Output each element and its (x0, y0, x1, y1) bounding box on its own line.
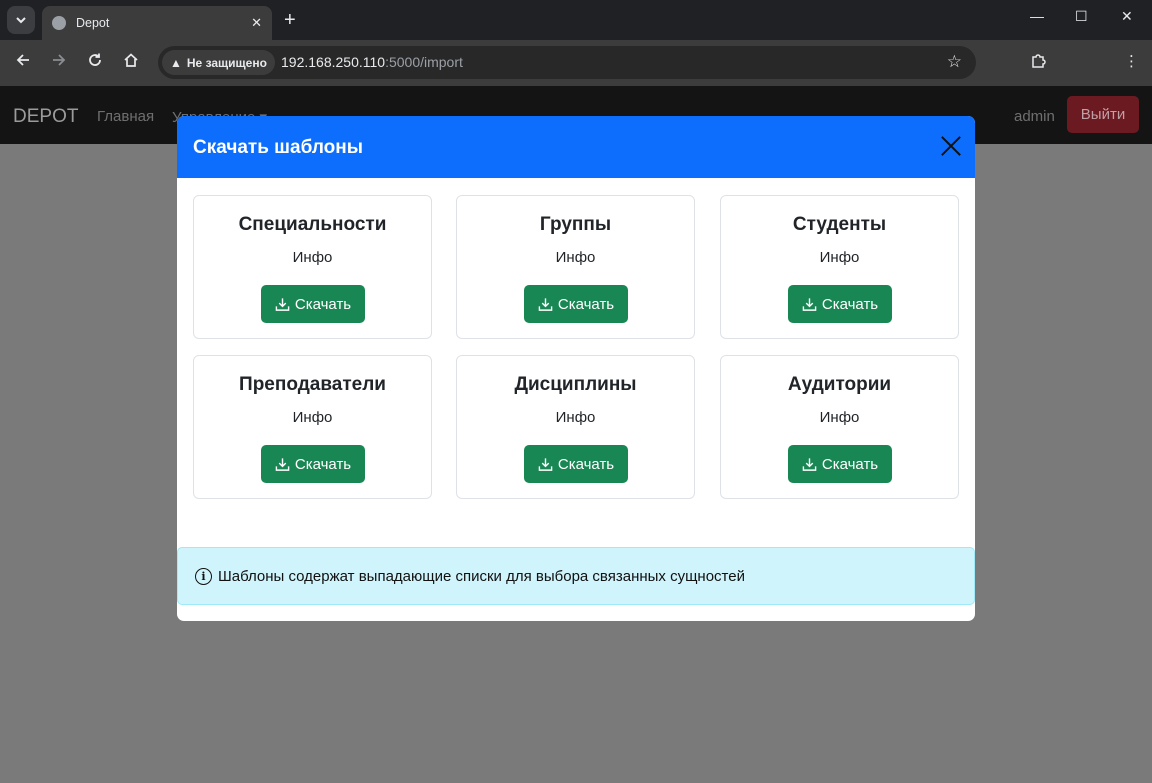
template-card-disciplines: Дисциплины Инфо Скачать (456, 355, 695, 499)
tab-close-icon[interactable]: ✕ (251, 15, 262, 31)
security-label: Не защищено (186, 55, 267, 70)
url-host: 192.168.250.110 (281, 54, 386, 70)
arrow-right-icon (53, 54, 66, 66)
new-tab-button[interactable]: + (284, 8, 296, 32)
close-window-button[interactable]: ✕ (1121, 8, 1133, 25)
nav-link-home[interactable]: Главная (97, 108, 154, 125)
download-icon (802, 457, 817, 471)
browser-toolbar: ▲ Не защищено 192.168.250.110:5000/impor… (0, 40, 1152, 114)
download-button[interactable]: Скачать (788, 445, 892, 483)
card-title: Специальности (238, 214, 387, 235)
card-info: Инфо (555, 249, 596, 266)
template-card-teachers: Преподаватели Инфо Скачать (193, 355, 432, 499)
download-button[interactable]: Скачать (788, 285, 892, 323)
card-title: Группы (539, 214, 612, 235)
chevron-down-icon (16, 17, 26, 24)
browser-tabbar: Depot ✕ + — ☐ ✕ (0, 0, 1152, 40)
tab-title: Depot (76, 16, 110, 30)
download-button[interactable]: Скачать (261, 285, 365, 323)
maximize-button[interactable]: ☐ (1075, 8, 1088, 25)
card-title: Дисциплины (514, 374, 637, 395)
home-icon (124, 53, 138, 67)
logout-button[interactable]: Выйти (1067, 96, 1139, 133)
card-title: Преподаватели (239, 374, 386, 395)
download-label: Скачать (294, 455, 352, 473)
card-info: Инфо (555, 409, 596, 426)
alert-text: Шаблоны содержат выпадающие списки для в… (218, 567, 745, 585)
current-user: admin (1014, 108, 1055, 125)
address-bar[interactable]: ▲ Не защищено 192.168.250.110:5000/impor… (158, 46, 976, 79)
close-icon[interactable] (940, 135, 962, 157)
modal-header: Скачать шаблоны (177, 116, 975, 178)
download-icon (275, 297, 290, 311)
warning-icon: ▲ (170, 55, 182, 70)
card-info: Инфо (292, 249, 333, 266)
download-icon (275, 457, 290, 471)
template-card-classrooms: Аудитории Инфо Скачать (720, 355, 959, 499)
download-label: Скачать (294, 295, 352, 313)
download-label: Скачать (821, 455, 879, 473)
download-label: Скачать (557, 295, 615, 313)
template-card-students: Студенты Инфо Скачать (720, 195, 959, 339)
download-button[interactable]: Скачать (524, 445, 628, 483)
kebab-menu-icon[interactable]: ⋮ (1124, 52, 1139, 70)
info-alert: i Шаблоны содержат выпадающие списки для… (177, 547, 975, 605)
template-card-specialties: Специальности Инфо Скачать (193, 195, 432, 339)
arrow-left-icon (16, 54, 29, 66)
back-button[interactable] (12, 52, 34, 73)
download-icon (802, 297, 817, 311)
card-title: Аудитории (787, 374, 892, 395)
globe-icon (52, 16, 66, 30)
puzzle-icon[interactable] (1030, 52, 1047, 73)
card-info: Инфо (819, 249, 860, 266)
security-chip[interactable]: ▲ Не защищено (162, 50, 275, 75)
home-button[interactable] (120, 52, 142, 73)
template-card-groups: Группы Инфо Скачать (456, 195, 695, 339)
url-text[interactable]: 192.168.250.110:5000/import (281, 54, 463, 70)
modal-title: Скачать шаблоны (193, 137, 363, 158)
tab-search-button[interactable] (7, 6, 35, 34)
star-icon[interactable]: ☆ (947, 52, 962, 72)
brand-logo[interactable]: DEPOT (13, 106, 78, 128)
url-path: :5000/import (385, 54, 463, 70)
download-icon (538, 297, 553, 311)
card-info: Инфо (819, 409, 860, 426)
forward-button[interactable] (48, 52, 70, 73)
card-title: Студенты (792, 214, 887, 235)
download-label: Скачать (557, 455, 615, 473)
download-button[interactable]: Скачать (261, 445, 365, 483)
reload-button[interactable] (84, 52, 106, 73)
download-button[interactable]: Скачать (524, 285, 628, 323)
minimize-button[interactable]: — (1030, 8, 1044, 24)
download-icon (538, 457, 553, 471)
reload-icon (89, 53, 101, 66)
browser-tab[interactable]: Depot ✕ (42, 6, 272, 40)
card-info: Инфо (292, 409, 333, 426)
info-circle-icon: i (195, 567, 212, 585)
download-templates-modal: Скачать шаблоны Специальности Инфо Скача… (177, 116, 975, 621)
download-label: Скачать (821, 295, 879, 313)
